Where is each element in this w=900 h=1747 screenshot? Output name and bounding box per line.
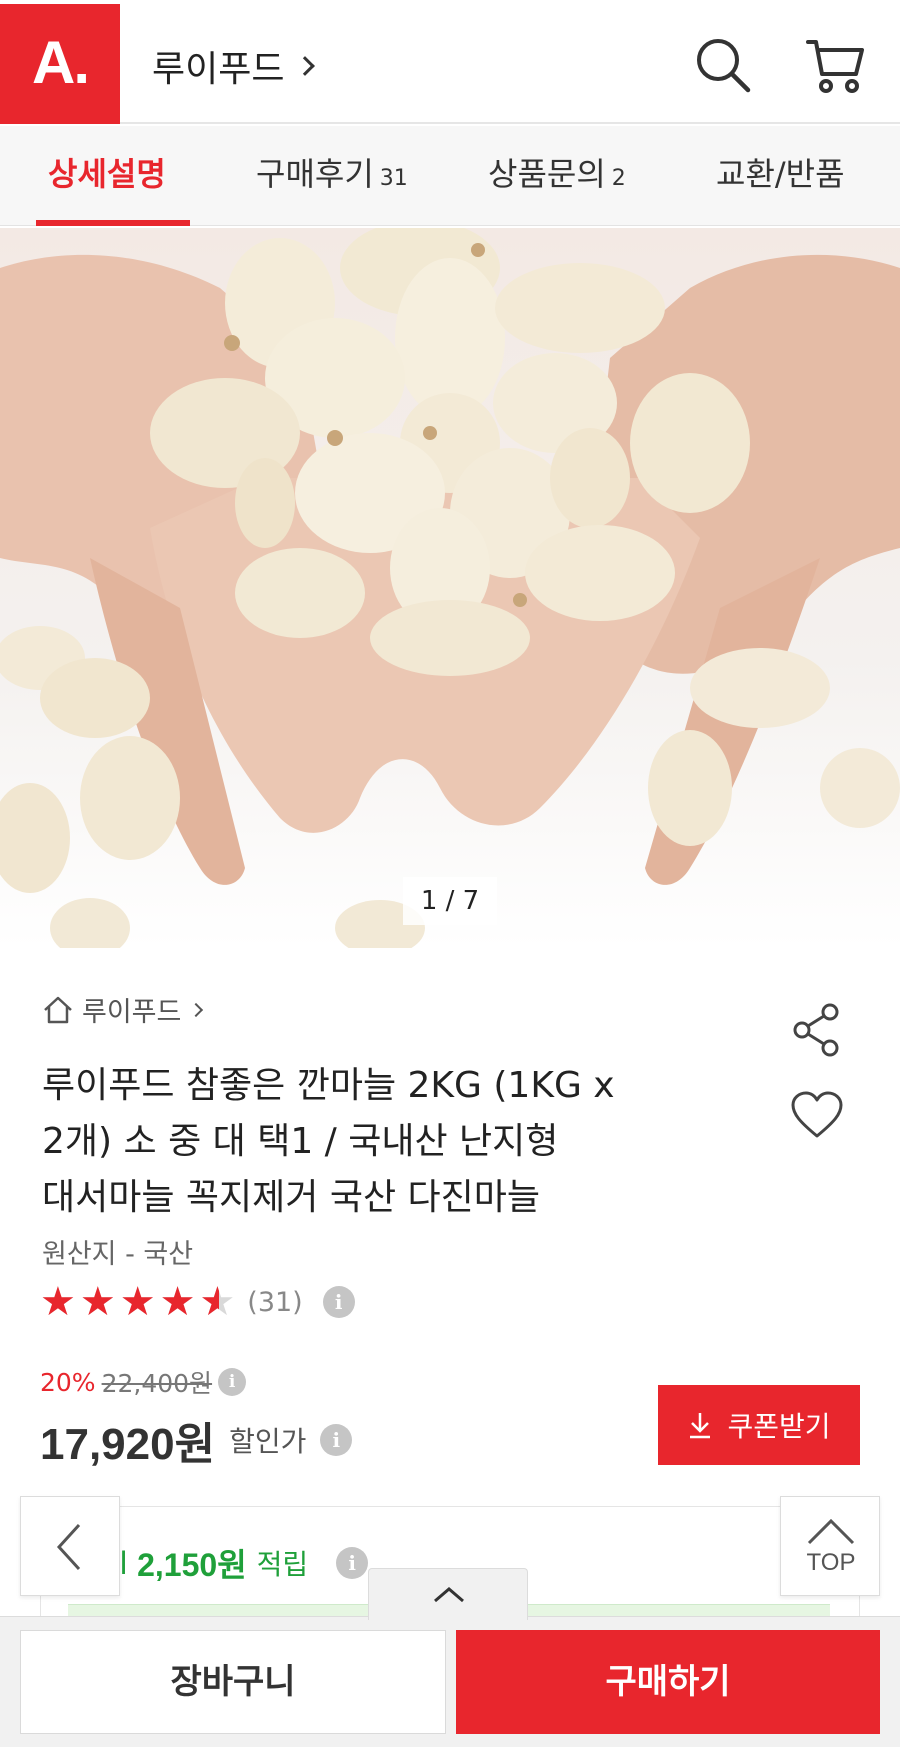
share-button[interactable]	[790, 1002, 842, 1058]
tab-label: 상세설명	[48, 155, 166, 193]
info-icon[interactable]: i	[336, 1547, 369, 1579]
detail-tabs: 상세설명 구매후기 31 상품문의 2 교환/반품	[0, 126, 900, 226]
info-icon[interactable]: i	[320, 1424, 353, 1456]
tab-exchange-return[interactable]: 교환/반품	[716, 126, 845, 226]
stars-filled: ★★★★★	[40, 1282, 219, 1322]
download-icon	[690, 1413, 711, 1439]
tab-reviews[interactable]: 구매후기 31	[256, 126, 408, 226]
app-header: A. 루이푸드	[0, 0, 900, 124]
chevron-up-icon	[434, 1587, 464, 1603]
sale-price: 17,920원	[40, 1420, 216, 1469]
product-origin: 원산지 - 국산	[42, 1239, 194, 1270]
tab-count: 31	[379, 166, 408, 191]
star-rating: ★★★★★ ★★★★★	[40, 1282, 239, 1322]
top-label: TOP	[806, 1549, 856, 1576]
breadcrumb-brand: 루이푸드	[82, 997, 182, 1028]
product-page: A. 루이푸드 상세설명 구매후기 31 상품문의 2 교환/반품 1 / 7 …	[0, 0, 900, 1747]
logo-text: A.	[32, 29, 90, 96]
chevron-right-icon	[189, 1002, 204, 1017]
expand-options-handle[interactable]	[368, 1568, 528, 1620]
tab-count: 2	[611, 166, 626, 191]
chevron-left-icon	[56, 1523, 81, 1571]
tab-detail[interactable]: 상세설명	[48, 126, 166, 226]
scroll-top-button[interactable]: TOP	[780, 1496, 880, 1596]
cart-icon	[806, 40, 864, 93]
heart-icon	[791, 1091, 843, 1138]
points-label: 적립	[256, 1548, 309, 1581]
logo[interactable]: A.	[0, 4, 120, 124]
original-price: 22,400원	[101, 1369, 213, 1398]
info-icon[interactable]: i	[322, 1286, 355, 1318]
tab-label: 상품문의	[488, 155, 606, 193]
rating-row[interactable]: ★★★★★ ★★★★★ (31) i	[40, 1282, 355, 1322]
sale-price-label: 할인가	[229, 1425, 307, 1458]
image-counter: 1 / 7	[403, 877, 497, 925]
coupon-button[interactable]: 쿠폰받기	[658, 1385, 860, 1465]
points-row: l 2,150원 적립 i	[120, 1540, 369, 1586]
discount-rate: 20%	[40, 1367, 96, 1397]
active-tab-indicator	[36, 220, 190, 226]
review-count: (31)	[247, 1286, 303, 1318]
home-icon	[44, 996, 72, 1023]
share-icon	[793, 1003, 839, 1057]
brand-breadcrumb[interactable]: 루이푸드	[42, 990, 204, 1029]
product-title: 루이푸드 참좋은 깐마늘 2KG (1KG x 2개) 소 중 대 택1 / 국…	[42, 1065, 615, 1218]
tab-label: 구매후기	[256, 155, 374, 193]
wishlist-button[interactable]	[790, 1090, 844, 1140]
sale-price-row: 17,920원 할인가 i	[40, 1408, 353, 1472]
garlic-photo	[0, 228, 900, 948]
chevron-right-icon	[295, 56, 316, 76]
back-button[interactable]	[20, 1496, 120, 1596]
search-button[interactable]	[694, 36, 754, 96]
product-image-carousel[interactable]	[0, 228, 900, 948]
points-prefix: l	[120, 1544, 128, 1581]
coupon-label: 쿠폰받기	[727, 1410, 831, 1443]
discount-row: 20% 22,400원 i	[40, 1364, 247, 1400]
tab-label: 교환/반품	[716, 155, 845, 193]
add-to-cart-button[interactable]: 장바구니	[20, 1630, 446, 1734]
store-title-link[interactable]: 루이푸드	[152, 40, 316, 92]
buy-now-button[interactable]: 구매하기	[456, 1630, 880, 1734]
search-icon	[697, 39, 751, 93]
cart-button[interactable]	[804, 36, 866, 96]
info-icon[interactable]: i	[218, 1368, 247, 1396]
points-value: 2,150원	[137, 1547, 247, 1583]
store-name: 루이푸드	[152, 49, 285, 90]
tab-qna[interactable]: 상품문의 2	[488, 126, 626, 226]
chevron-up-icon	[807, 1518, 855, 1545]
